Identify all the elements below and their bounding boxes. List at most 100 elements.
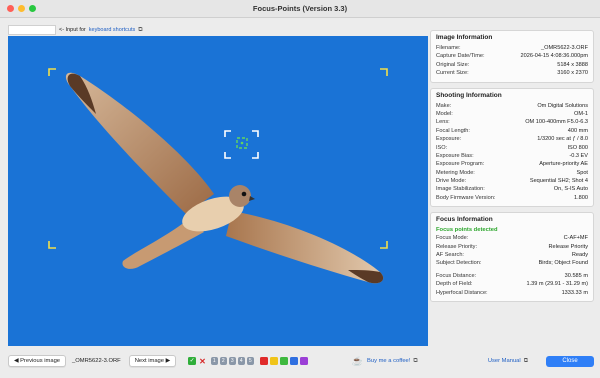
info-value: 1.39 m (29.91 - 31.29 m) [526, 281, 588, 288]
info-key: ISO: [436, 144, 448, 151]
rating-2-button[interactable]: 2 [219, 357, 227, 365]
info-row: Exposure Bias: -0.3 EV [436, 152, 588, 160]
info-key: Focus Mode: [436, 235, 469, 242]
color-label-purple[interactable] [299, 357, 308, 365]
keyboard-shortcuts-link[interactable]: keyboard shortcuts [89, 27, 135, 33]
info-value: Sequential SH2; Shot 4 [529, 178, 588, 185]
focus-status: Focus points detected [436, 227, 498, 234]
section-title: Focus Information [436, 216, 493, 224]
coffee-cup-icon: ☕ [351, 355, 363, 366]
keyboard-shortcut-bar: <- Input for keyboard shortcuts ⧉ [8, 25, 143, 35]
info-value: 1333.33 m [561, 289, 588, 296]
next-image-button[interactable]: Next image ▶ [128, 355, 177, 367]
reject-flag-icon[interactable]: ✕ [199, 357, 206, 366]
info-key: Capture Date/Time: [436, 53, 485, 60]
info-value: ISO 800 [567, 144, 588, 151]
info-value: 400 mm [567, 127, 588, 134]
info-row: Make: Om Digital Solutions [436, 102, 588, 110]
info-row: Body Firmware Version: 1.800 [436, 194, 588, 202]
info-row: Filename: _OMR5622-3.ORF [436, 44, 588, 52]
info-row: Focus Distance: 30.585 m [436, 272, 588, 280]
external-link-icon: ⧉ [413, 357, 418, 364]
info-value: OM 100-400mm F5.0-6.3 [525, 119, 588, 126]
info-key: Hyperfocal Distance: [436, 289, 488, 296]
info-row: Drive Mode: Sequential SH2; Shot 4 [436, 177, 588, 185]
head [229, 185, 251, 207]
section-title: Image Information [436, 34, 493, 41]
info-row: Exposure: 1/3200 sec at ƒ / 8.0 [436, 135, 588, 143]
title-bar: Focus-Points (Version 3.3) [0, 0, 600, 18]
info-value: C-AF+MF [563, 235, 588, 242]
info-value: Aperture-priority AE [539, 161, 588, 168]
keyboard-shortcut-input[interactable] [8, 25, 56, 35]
close-button[interactable]: Close [546, 355, 594, 367]
info-row: Metering Mode: Spot [436, 169, 588, 177]
info-key: Release Priority: [436, 243, 478, 250]
info-value: _OMR5622-3.ORF [541, 45, 588, 51]
info-row: Image Stabilization: On, S-IS Auto [436, 185, 588, 193]
focus-information-section: Focus Information Focus points detected … [430, 212, 594, 302]
info-key: Metering Mode: [436, 169, 475, 176]
buy-coffee-link[interactable]: Buy me a coffee! [367, 358, 410, 364]
user-manual-link[interactable]: User Manual [488, 358, 521, 364]
color-label-blue[interactable] [289, 357, 298, 365]
image-information-section: Image Information Filename: _OMR5622-3.OR… [430, 30, 594, 83]
info-value: Release Priority [548, 243, 588, 250]
shooting-information-section: Shooting Information Make: Om Digital Sol… [430, 87, 594, 208]
rating-4-button[interactable]: 4 [237, 357, 245, 365]
info-panel: Image Information Filename: _OMR5622-3.OR… [430, 30, 594, 307]
close-window-button[interactable] [7, 5, 14, 12]
info-value: 3160 x 2370 [557, 70, 588, 77]
info-key: Make: [436, 102, 452, 109]
minimize-window-button[interactable] [18, 5, 25, 12]
info-value: Birds; Object Found [538, 260, 588, 267]
info-value: OM-1 [574, 110, 588, 117]
info-row: Original Size: 5184 x 3888 [436, 61, 588, 69]
info-value: -0.3 EV [569, 152, 588, 159]
keyboard-hint-text: <- Input for [59, 27, 86, 33]
info-row: Current Size: 3160 x 2370 [436, 69, 588, 77]
info-value: Ready [571, 252, 588, 259]
zoom-window-button[interactable] [29, 5, 36, 12]
info-value: 1/3200 sec at ƒ / 8.0 [537, 136, 588, 143]
info-key: Drive Mode: [436, 178, 467, 185]
info-row: ISO: ISO 800 [436, 144, 588, 152]
external-link-icon: ⧉ [138, 26, 143, 33]
info-key: Subject Detection: [436, 260, 482, 267]
info-key: Depth of Field: [436, 281, 473, 288]
info-key: Current Size: [436, 70, 469, 77]
info-key: AF Search: [436, 252, 464, 259]
bottom-toolbar: ◀ Previous image _OMR5622-3.ORF Next ima… [8, 354, 594, 368]
info-value: 30.585 m [564, 272, 588, 279]
rating-5-button[interactable]: 5 [246, 357, 254, 365]
color-label-red[interactable] [259, 357, 268, 365]
info-row: Capture Date/Time: 2026-04-15 4:08:36.000… [436, 52, 588, 60]
info-key: Image Stabilization: [436, 186, 485, 193]
photo-preview [8, 36, 428, 346]
info-row: Exposure Program: Aperture-priority AE [436, 160, 588, 168]
info-value: 1.800 [574, 194, 588, 201]
info-key: Lens: [436, 119, 450, 126]
color-label-green[interactable] [279, 357, 288, 365]
previous-image-button[interactable]: ◀ Previous image [8, 355, 67, 367]
info-row: Subject Detection: Birds; Object Found [436, 259, 588, 267]
info-row: Model: OM-1 [436, 110, 588, 118]
color-label-yellow[interactable] [269, 357, 278, 365]
info-key: Exposure Program: [436, 161, 485, 168]
info-row: Depth of Field: 1.39 m (29.91 - 31.29 m) [436, 280, 588, 288]
section-title: Shooting Information [436, 91, 502, 99]
info-value: On, S-IS Auto [553, 186, 588, 193]
rating-1-button[interactable]: 1 [210, 357, 218, 365]
rating-3-button[interactable]: 3 [228, 357, 236, 365]
info-key: Exposure Bias: [436, 152, 474, 159]
info-row: AF Search: Ready [436, 251, 588, 259]
info-key: Exposure: [436, 136, 462, 143]
external-link-icon: ⧉ [523, 357, 528, 364]
info-key: Body Firmware Version: [436, 194, 496, 201]
pick-flag-icon[interactable]: ✓ [188, 357, 197, 365]
info-key: Focus Distance: [436, 272, 477, 279]
info-value: Om Digital Solutions [537, 102, 588, 109]
window-title: Focus-Points (Version 3.3) [252, 4, 348, 13]
info-row: Focal Length: 400 mm [436, 127, 588, 135]
info-value: Spot [576, 169, 588, 176]
